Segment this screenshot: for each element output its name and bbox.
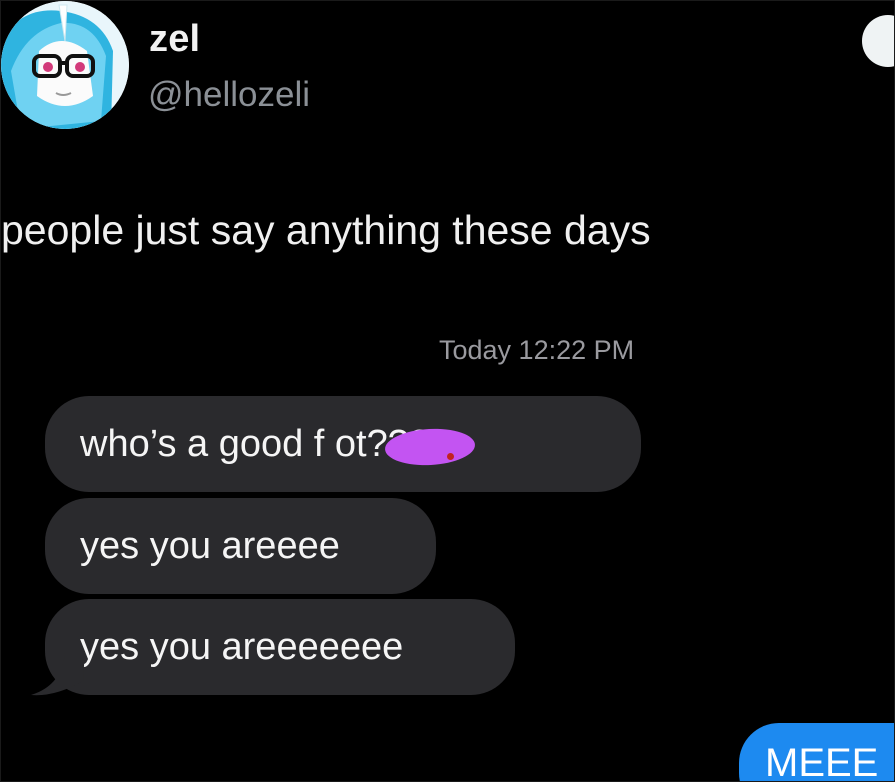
message-bubble: who’s a good f ot???? xyxy=(45,396,641,492)
pony-avatar-icon xyxy=(1,1,129,129)
display-name[interactable]: zel xyxy=(149,18,200,61)
message-timestamp: Today 12:22 PM xyxy=(439,335,635,365)
redaction-mark xyxy=(447,453,454,460)
tweet-card: zel @hellozeli people just say anything … xyxy=(0,0,895,782)
bubble-tail-icon xyxy=(31,651,85,696)
message-bubble: yes you areeee xyxy=(45,498,436,594)
user-handle[interactable]: @hellozeli xyxy=(148,75,310,115)
tweet-text: people just say anything these days xyxy=(1,207,651,253)
avatar[interactable] xyxy=(1,1,129,129)
follow-button[interactable] xyxy=(862,15,894,67)
message-bubble: yes you areeeeeee xyxy=(45,599,515,695)
sent-message-bubble: MEEE xyxy=(739,723,894,781)
